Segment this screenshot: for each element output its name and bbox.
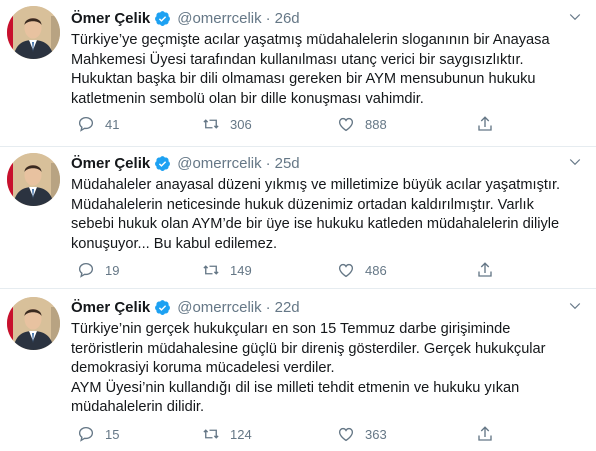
reply-count: 19 xyxy=(105,262,120,278)
like-button[interactable]: 888 xyxy=(337,114,387,134)
chevron-down-icon[interactable] xyxy=(568,155,582,169)
like-button[interactable]: 363 xyxy=(337,424,387,444)
separator-dot: · xyxy=(265,9,271,27)
timestamp[interactable]: 25d xyxy=(275,155,300,172)
tweet-text-body: Müdahaleler anayasal düzeni yıkmış ve mi… xyxy=(71,177,561,252)
tweet-header: Ömer Çelik @omerrcelik · 25d xyxy=(71,152,300,174)
tweet-actions: 15 124 363 xyxy=(71,424,501,444)
chevron-down-icon[interactable] xyxy=(568,10,582,24)
reply-button[interactable]: 19 xyxy=(77,260,119,280)
reply-button[interactable]: 15 xyxy=(77,424,119,444)
like-count: 486 xyxy=(365,262,387,278)
retweet-icon xyxy=(203,119,219,129)
like-icon xyxy=(338,263,354,278)
reply-count: 15 xyxy=(105,426,120,442)
share-button[interactable] xyxy=(476,114,494,134)
timestamp[interactable]: 26d xyxy=(275,10,300,27)
share-button[interactable] xyxy=(476,260,494,280)
retweet-button[interactable]: 124 xyxy=(202,424,252,444)
tweet-text: Türkiye’ye geçmişte acılar yaşatmış müda… xyxy=(71,31,586,109)
reply-count: 41 xyxy=(105,116,120,132)
retweet-icon xyxy=(203,265,219,275)
verified-badge-icon xyxy=(155,299,171,315)
verified-badge-icon xyxy=(155,10,171,26)
tweet-text-body: Türkiye’nin gerçek hukukçuları en son 15… xyxy=(71,321,546,416)
timestamp[interactable]: 22d xyxy=(275,299,300,316)
chevron-down-icon[interactable] xyxy=(568,299,582,313)
avatar[interactable] xyxy=(7,297,60,350)
retweet-button[interactable]: 306 xyxy=(202,114,252,134)
separator-dot: · xyxy=(265,154,271,172)
reply-icon xyxy=(78,262,94,278)
tweet-text-body: Türkiye’ye geçmişte acılar yaşatmış müda… xyxy=(71,32,550,107)
reply-button[interactable]: 41 xyxy=(77,114,119,134)
retweet-button[interactable]: 149 xyxy=(202,260,252,280)
author-name[interactable]: Ömer Çelik xyxy=(71,155,150,172)
tweet-header: Ömer Çelik @omerrcelik · 22d xyxy=(71,296,300,318)
share-icon xyxy=(478,426,492,441)
like-count: 363 xyxy=(365,426,387,442)
like-count: 888 xyxy=(365,116,387,132)
reply-icon xyxy=(78,426,94,442)
like-icon xyxy=(338,427,354,442)
retweet-count: 124 xyxy=(230,426,252,442)
tweet[interactable]: Ömer Çelik @omerrcelik · 26d Türkiye’ye … xyxy=(0,0,596,146)
tweet[interactable]: Ömer Çelik @omerrcelik · 25d Müdahaleler… xyxy=(0,147,596,287)
avatar[interactable] xyxy=(7,6,60,59)
avatar[interactable] xyxy=(7,153,60,206)
retweet-icon xyxy=(203,429,219,439)
tweet-text: Türkiye’nin gerçek hukukçuları en son 15… xyxy=(71,320,586,418)
reply-icon xyxy=(78,116,94,132)
tweet-header: Ömer Çelik @omerrcelik · 26d xyxy=(71,7,300,29)
retweet-count: 149 xyxy=(230,262,252,278)
verified-badge-icon xyxy=(155,155,171,171)
like-icon xyxy=(338,117,354,132)
author-handle[interactable]: @omerrcelik xyxy=(177,155,261,172)
tweet-actions: 19 149 486 xyxy=(71,260,501,280)
tweet-text: Müdahaleler anayasal düzeni yıkmış ve mi… xyxy=(71,176,586,254)
retweet-count: 306 xyxy=(230,116,252,132)
author-handle[interactable]: @omerrcelik xyxy=(177,10,261,27)
tweet-actions: 41 306 888 xyxy=(71,114,501,134)
author-handle[interactable]: @omerrcelik xyxy=(177,299,261,316)
author-name[interactable]: Ömer Çelik xyxy=(71,10,150,27)
tweet[interactable]: Ömer Çelik @omerrcelik · 22d Türkiye’nin… xyxy=(0,289,596,451)
share-button[interactable] xyxy=(476,424,494,444)
share-icon xyxy=(478,116,492,131)
author-name[interactable]: Ömer Çelik xyxy=(71,299,150,316)
share-icon xyxy=(478,262,492,277)
like-button[interactable]: 486 xyxy=(337,260,387,280)
separator-dot: · xyxy=(265,298,271,316)
